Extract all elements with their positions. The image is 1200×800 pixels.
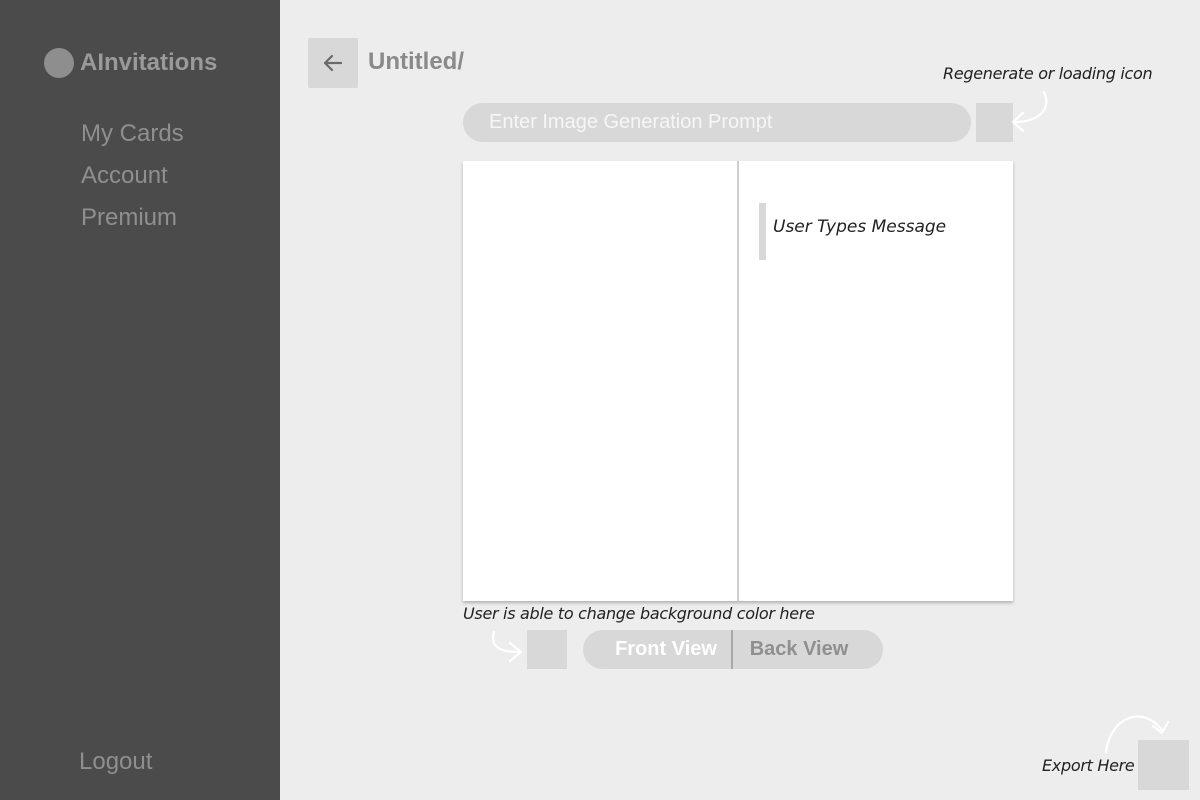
front-view-tab[interactable]: Front View [583,630,733,669]
card-canvas: User Types Message [463,161,1013,601]
back-button[interactable] [308,38,358,88]
annotation-background: User is able to change background color … [463,604,815,623]
text-cursor-bar [759,203,766,260]
card-fold-divider [737,161,739,601]
card-message-text[interactable]: User Types Message [773,217,946,237]
logo-icon [44,48,74,78]
sidebar-item-premium[interactable]: Premium [81,202,184,244]
card-front-panel[interactable] [463,161,737,601]
view-toggle: Front View Back View [583,630,883,669]
sidebar-item-account[interactable]: Account [81,160,184,202]
sidebar: AInvitations My Cards Account Premium Lo… [0,0,280,800]
brand-name: AInvitations [80,49,218,76]
annotation-regenerate: Regenerate or loading icon [943,64,1153,83]
image-prompt-input[interactable] [463,103,971,142]
page-title[interactable]: Untitled/ [368,48,464,76]
brand[interactable]: AInvitations [44,48,217,78]
back-view-tab[interactable]: Back View [733,630,883,669]
logout-link[interactable]: Logout [79,748,152,776]
annotation-export: Export Here [1042,756,1135,775]
sidebar-nav: My Cards Account Premium [81,118,184,244]
export-button[interactable] [1138,740,1189,790]
annotation-arrow-icon [491,630,523,663]
sidebar-item-my-cards[interactable]: My Cards [81,118,184,160]
background-color-button[interactable] [527,630,567,669]
arrow-left-icon [323,54,343,72]
annotation-arrow-icon [1011,90,1048,133]
